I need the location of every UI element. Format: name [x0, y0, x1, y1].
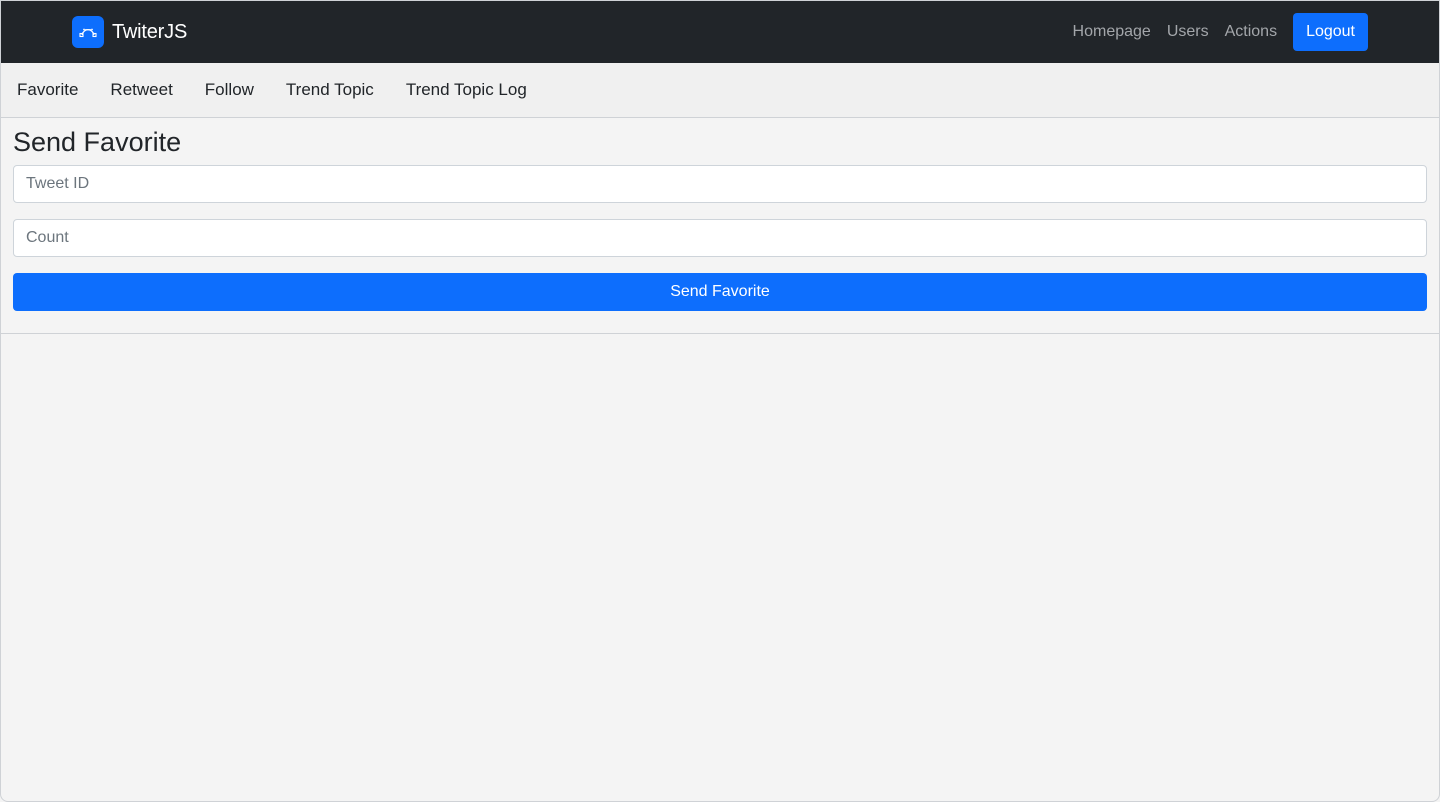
subnav-item-favorite[interactable]: Favorite — [17, 80, 78, 100]
subnav-item-trend-topic-log[interactable]: Trend Topic Log — [406, 80, 527, 100]
top-navbar: TwiterJS Homepage Users Actions Logout — [1, 1, 1439, 63]
app-window: TwiterJS Homepage Users Actions Logout F… — [0, 0, 1440, 802]
bezier-curve-icon — [72, 16, 104, 48]
nav-link-actions[interactable]: Actions — [1225, 23, 1277, 41]
form-title: Send Favorite — [13, 127, 182, 157]
subnav-item-follow[interactable]: Follow — [205, 80, 254, 100]
send-favorite-form: Send Favorite Send Favorite — [1, 118, 1439, 334]
brand-name: TwiterJS — [112, 20, 188, 43]
count-input[interactable] — [13, 219, 1427, 257]
subnav-item-retweet[interactable]: Retweet — [110, 80, 172, 100]
subnav-item-trend-topic[interactable]: Trend Topic — [286, 80, 374, 100]
send-favorite-button[interactable]: Send Favorite — [13, 273, 1427, 311]
nav-links: Homepage Users Actions Logout — [1073, 13, 1368, 51]
logout-button[interactable]: Logout — [1293, 13, 1368, 51]
brand[interactable]: TwiterJS — [72, 16, 187, 48]
actions-subnav: Favorite Retweet Follow Trend Topic Tren… — [1, 63, 1439, 118]
nav-link-users[interactable]: Users — [1167, 23, 1209, 41]
nav-link-homepage[interactable]: Homepage — [1073, 23, 1151, 41]
tweet-id-input[interactable] — [13, 165, 1427, 203]
